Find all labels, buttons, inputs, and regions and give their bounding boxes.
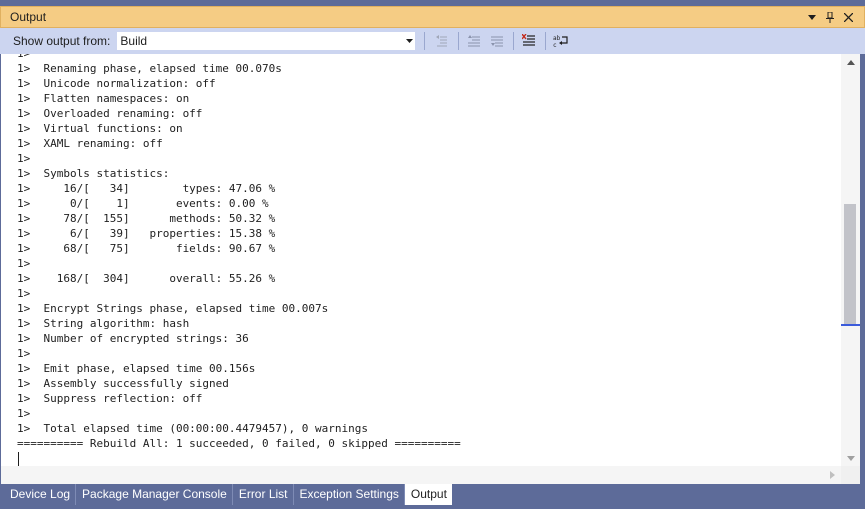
clear-all-icon[interactable] — [518, 31, 540, 51]
output-line: 1> 16/[ 34] types: 47.06 % — [17, 182, 276, 195]
output-line: 1> Total elapsed time (00:00:00.4479457)… — [17, 422, 368, 435]
output-line: 1> 68/[ 75] fields: 90.67 % — [17, 242, 276, 255]
output-line: 1> Unicode normalization: off — [17, 77, 216, 90]
chevron-down-icon[interactable] — [804, 9, 820, 25]
output-line: 1> Renaming phase, elapsed time 00.070s — [17, 62, 282, 75]
tab-error-list[interactable]: Error List — [233, 484, 294, 505]
close-icon[interactable] — [840, 9, 856, 25]
chevron-down-icon[interactable] — [403, 31, 415, 51]
tab-device-log[interactable]: Device Log — [4, 484, 77, 505]
output-line: 1> Number of encrypted strings: 36 — [17, 332, 249, 345]
toolbar: Show output from: Build ab c — [0, 28, 865, 54]
next-message-icon[interactable] — [486, 31, 508, 51]
output-line: 1> — [17, 407, 31, 420]
output-source-select[interactable]: Build — [116, 31, 417, 51]
toggle-word-wrap-icon[interactable]: ab c — [550, 31, 572, 51]
output-line: 1> — [17, 257, 31, 270]
output-line: 1> — [17, 287, 31, 300]
tab-exception-settings[interactable]: Exception Settings — [294, 484, 405, 505]
output-line: 1> 0/[ 1] events: 0.00 % — [17, 197, 269, 210]
toolbar-separator — [458, 32, 460, 50]
toolbar-separator — [513, 32, 515, 50]
show-output-label: Show output from: — [13, 34, 111, 48]
output-line: 1> String algorithm: hash — [17, 317, 190, 330]
output-line: 1> Flatten namespaces: on — [17, 92, 190, 105]
previous-message-icon[interactable] — [463, 31, 485, 51]
vertical-scrollbar[interactable] — [841, 54, 860, 466]
svg-text:ab: ab — [553, 35, 561, 42]
go-to-previous-message-icon[interactable] — [431, 31, 453, 51]
toolbar-separator — [545, 32, 547, 50]
title-bar: Output — [0, 6, 865, 28]
text-caret — [18, 452, 19, 466]
caret-position-marker — [841, 324, 860, 326]
toolbar-separator — [424, 32, 426, 50]
output-line: 1> 168/[ 304] overall: 55.26 % — [17, 272, 276, 285]
tab-output[interactable]: Output — [404, 484, 452, 505]
output-line: 1> 78/[ 155] methods: 50.32 % — [17, 212, 276, 225]
horizontal-scrollbar[interactable] — [1, 466, 841, 484]
output-line: 1> 6/[ 39] properties: 15.38 % — [17, 227, 276, 240]
window-title: Output — [10, 10, 47, 24]
output-line: 1> Overloaded renaming: off — [17, 107, 203, 120]
output-source-value: Build — [120, 34, 148, 48]
output-line: 1> — [17, 152, 31, 165]
scroll-down-icon[interactable] — [841, 450, 860, 466]
vertical-scroll-thumb[interactable] — [844, 204, 856, 325]
output-line: 1> — [17, 347, 31, 360]
tool-window-tabs: Device Log Package Manager Console Error… — [0, 484, 865, 509]
output-line: 1> — [17, 54, 461, 61]
output-line: ========== Rebuild All: 1 succeeded, 0 f… — [17, 437, 461, 450]
scrollbar-corner — [841, 466, 860, 484]
output-log: 1>1> Renaming phase, elapsed time 00.070… — [17, 54, 461, 451]
output-line: 1> Encrypt Strings phase, elapsed time 0… — [17, 302, 329, 315]
output-line: 1> Suppress reflection: off — [17, 392, 203, 405]
output-line: 1> XAML renaming: off — [17, 137, 163, 150]
tab-package-manager-console[interactable]: Package Manager Console — [76, 484, 233, 505]
output-line: 1> Virtual functions: on — [17, 122, 183, 135]
output-text-area[interactable]: 1>1> Renaming phase, elapsed time 00.070… — [1, 54, 841, 484]
scroll-right-icon[interactable] — [823, 466, 841, 484]
output-line: 1> Symbols statistics: — [17, 167, 170, 180]
output-line: 1> Assembly successfully signed — [17, 377, 229, 390]
pin-icon[interactable] — [822, 9, 838, 25]
scroll-up-icon[interactable] — [841, 54, 860, 70]
output-window: Output Show output from: Build ab c 1> R… — [0, 0, 865, 509]
output-line: 1> Emit phase, elapsed time 00.156s — [17, 362, 256, 375]
svg-text:c: c — [553, 42, 557, 48]
